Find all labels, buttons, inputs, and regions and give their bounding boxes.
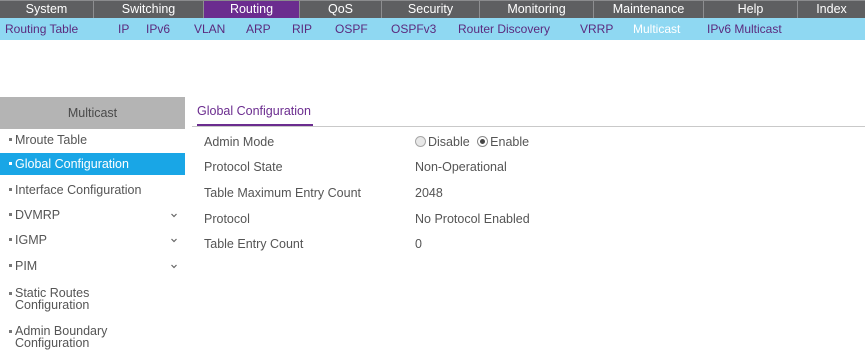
sidebar-title: Multicast bbox=[0, 97, 185, 129]
chevron-down-icon[interactable] bbox=[169, 204, 179, 226]
table-max-entry-count-label: Table Maximum Entry Count bbox=[204, 186, 362, 200]
admin-mode-disable-label: Disable bbox=[428, 135, 470, 149]
submenu-ipv6[interactable]: IPv6 bbox=[146, 18, 170, 40]
sidebar-item-label: Mroute Table bbox=[15, 133, 88, 147]
submenu-rip[interactable]: RIP bbox=[292, 18, 312, 40]
admin-mode-enable-label: Enable bbox=[490, 135, 530, 149]
sidebar-item-static-routes-configuration[interactable]: Static Routes Configuration bbox=[0, 281, 185, 317]
tab-system[interactable]: System bbox=[0, 1, 94, 19]
submenu-multicast[interactable]: Multicast bbox=[633, 18, 680, 40]
admin-mode-label: Admin Mode bbox=[204, 135, 275, 149]
sidebar-item-interface-configuration[interactable]: Interface Configuration bbox=[0, 179, 185, 201]
admin-mode-enable-radio[interactable] bbox=[477, 136, 489, 148]
bullet-icon bbox=[9, 330, 12, 333]
bullet-icon bbox=[9, 292, 12, 295]
divider bbox=[192, 126, 865, 127]
sidebar-item-label: IGMP bbox=[15, 233, 47, 247]
submenu-routing-table[interactable]: Routing Table bbox=[5, 18, 78, 40]
tab-help[interactable]: Help bbox=[704, 1, 798, 19]
sidebar-item-mroute-table[interactable]: Mroute Table bbox=[0, 129, 185, 151]
submenu-ipv6-multicast[interactable]: IPv6 Multicast bbox=[707, 18, 782, 40]
bullet-icon bbox=[9, 238, 12, 242]
top-menu-bar: System Switching Routing QoS Security Mo… bbox=[0, 0, 865, 19]
chevron-down-icon[interactable] bbox=[169, 255, 179, 277]
table-entry-count-value: 0 bbox=[415, 237, 422, 251]
admin-mode-disable-radio[interactable] bbox=[415, 136, 426, 148]
tab-switching[interactable]: Switching bbox=[94, 1, 204, 19]
admin-mode-control: Disable Enable bbox=[415, 131, 533, 153]
sidebar-item-label: Admin Boundary Configuration bbox=[15, 324, 108, 350]
bullet-icon bbox=[9, 213, 12, 217]
bullet-icon bbox=[9, 162, 12, 166]
bullet-icon bbox=[9, 138, 12, 142]
sidebar-item-dvmrp[interactable]: DVMRP bbox=[0, 204, 185, 226]
submenu-ospf[interactable]: OSPF bbox=[335, 18, 368, 40]
sidebar-item-global-configuration[interactable]: Global Configuration bbox=[0, 153, 185, 175]
submenu-vrrp[interactable]: VRRP bbox=[580, 18, 613, 40]
tab-security[interactable]: Security bbox=[382, 1, 480, 19]
sidebar-item-igmp[interactable]: IGMP bbox=[0, 229, 185, 251]
submenu-ip[interactable]: IP bbox=[118, 18, 129, 40]
sidebar-item-label: Static Routes Configuration bbox=[15, 286, 90, 312]
table-entry-count-label: Table Entry Count bbox=[204, 237, 304, 251]
submenu-vlan[interactable]: VLAN bbox=[194, 18, 225, 40]
sidebar-item-admin-boundary-configuration[interactable]: Admin Boundary Configuration bbox=[0, 319, 185, 355]
chevron-down-icon[interactable] bbox=[169, 229, 179, 251]
sub-menu-bar: Routing Table IP IPv6 VLAN ARP RIP OSPF … bbox=[0, 18, 865, 40]
protocol-state-value: Non-Operational bbox=[415, 160, 507, 174]
sidebar-item-label: Global Configuration bbox=[15, 157, 129, 171]
submenu-arp[interactable]: ARP bbox=[246, 18, 271, 40]
tab-index[interactable]: Index bbox=[798, 1, 865, 19]
table-max-entry-count-value: 2048 bbox=[415, 186, 443, 200]
bullet-icon bbox=[9, 264, 12, 268]
tab-maintenance[interactable]: Maintenance bbox=[594, 1, 704, 19]
sidebar-item-label: DVMRP bbox=[15, 208, 61, 222]
bullet-icon bbox=[9, 188, 12, 192]
tab-qos[interactable]: QoS bbox=[300, 1, 382, 19]
protocol-label: Protocol bbox=[204, 212, 250, 226]
submenu-ospfv3[interactable]: OSPFv3 bbox=[391, 18, 436, 40]
sidebar-item-label: Interface Configuration bbox=[15, 183, 142, 197]
protocol-value: No Protocol Enabled bbox=[415, 212, 530, 226]
protocol-state-label: Protocol State bbox=[204, 160, 283, 174]
tab-monitoring[interactable]: Monitoring bbox=[480, 1, 594, 19]
sidebar-item-label: PIM bbox=[15, 259, 38, 273]
tab-global-configuration[interactable]: Global Configuration bbox=[197, 102, 313, 126]
submenu-router-discovery[interactable]: Router Discovery bbox=[458, 18, 550, 40]
tab-routing[interactable]: Routing bbox=[204, 1, 300, 19]
sidebar-item-pim[interactable]: PIM bbox=[0, 255, 185, 277]
